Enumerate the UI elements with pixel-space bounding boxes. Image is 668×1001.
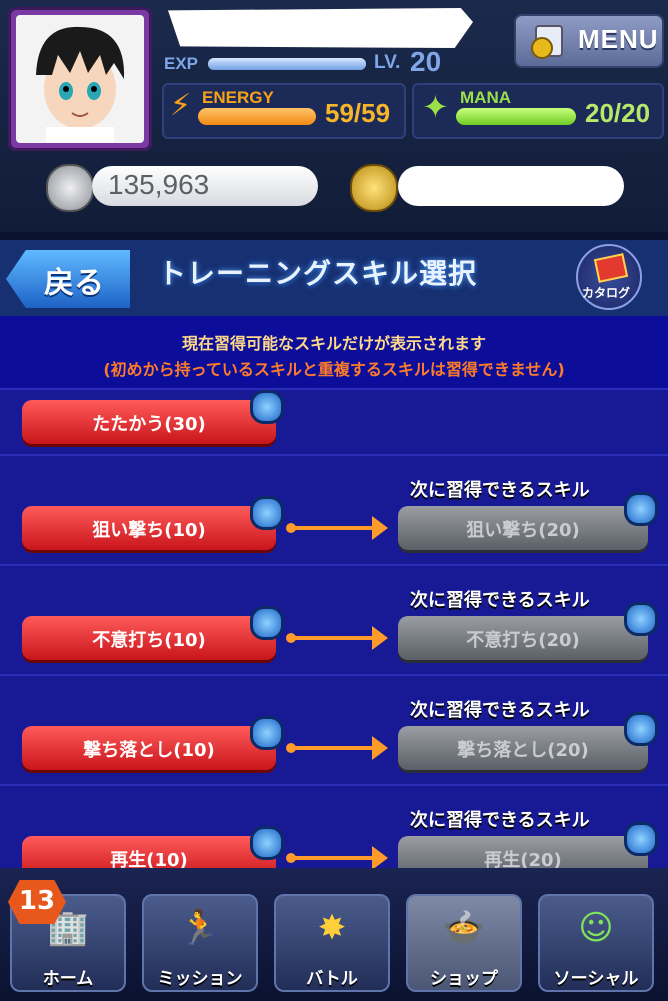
energy-bar-fill xyxy=(198,108,316,125)
coins-icon xyxy=(531,25,563,59)
nav-label: バトル xyxy=(306,969,358,989)
nav-shop-button[interactable]: 🍲 ショップ xyxy=(406,894,522,992)
next-skill-heading: 次に習得できるスキル xyxy=(410,590,590,611)
nav-label: ホーム xyxy=(42,969,94,989)
skill-label: 撃ち落とし(10) xyxy=(83,740,215,761)
skill-list[interactable]: たたかう(30) 次に習得できるスキル 狙い撃ち(10) 狙い撃ち(20) 次に… xyxy=(0,388,668,880)
gold-coin-icon xyxy=(350,164,398,212)
next-skill-label: 撃ち落とし(20) xyxy=(457,740,589,761)
arrow-line xyxy=(290,636,374,640)
next-skill-heading: 次に習得できるスキル xyxy=(410,700,590,721)
skill-row: 次に習得できるスキル 狙い撃ち(10) 狙い撃ち(20) xyxy=(0,454,668,564)
avatar[interactable] xyxy=(8,7,152,151)
energy-bar xyxy=(198,108,316,125)
menu-button[interactable]: MENU xyxy=(514,14,664,68)
arrow-head-icon xyxy=(372,736,388,760)
skill-row: たたかう(30) xyxy=(0,388,668,454)
social-icon: ☺ xyxy=(578,908,614,948)
level-value: 20 xyxy=(410,46,442,77)
next-skill-button[interactable]: 撃ち落とし(20) xyxy=(398,726,648,770)
info-warning-text: (初めから持っているスキルと重複するスキルは習得できません) xyxy=(103,360,565,379)
notification-count: 13 xyxy=(18,886,56,916)
skill-button[interactable]: 撃ち落とし(10) xyxy=(22,726,276,770)
nav-mission-button[interactable]: 🏃 ミッション xyxy=(142,894,258,992)
exp-bar-fill xyxy=(208,58,366,70)
avatar-image xyxy=(16,15,144,143)
battle-icon: ✸ xyxy=(317,908,347,948)
skill-button[interactable]: たたかう(30) xyxy=(22,400,276,444)
silver-balance-value: 135,963 xyxy=(108,169,210,200)
magnifier-icon[interactable] xyxy=(624,492,658,526)
skill-button[interactable]: 不意打ち(10) xyxy=(22,616,276,660)
mana-value: 20/20 xyxy=(585,98,651,128)
arrow-line xyxy=(290,526,374,530)
arrow-head-icon xyxy=(372,626,388,650)
skill-label: 狙い撃ち(10) xyxy=(92,520,206,541)
magnifier-icon[interactable] xyxy=(250,826,284,860)
nav-label: ミッション xyxy=(157,969,243,989)
magnifier-icon[interactable] xyxy=(624,712,658,746)
info-text: 現在習得可能なスキルだけが表示されます xyxy=(181,334,486,353)
skill-row: 次に習得できるスキル 不意打ち(10) 不意打ち(20) xyxy=(0,564,668,674)
arrow-head-icon xyxy=(372,516,388,540)
gold-balance xyxy=(398,166,624,206)
arrow-head-icon xyxy=(372,846,388,870)
next-skill-label: 不意打ち(20) xyxy=(466,630,580,651)
silver-coin-icon xyxy=(46,164,94,212)
sparkle-icon: ✦ xyxy=(422,88,449,126)
nav-social-button[interactable]: ☺ ソーシャル xyxy=(538,894,654,992)
arrow-line xyxy=(290,746,374,750)
next-skill-label: 狙い撃ち(20) xyxy=(466,520,580,541)
shop-icon: 🍲 xyxy=(442,908,486,948)
magnifier-icon[interactable] xyxy=(624,602,658,636)
mission-icon: 🏃 xyxy=(178,908,222,948)
skill-label: 不意打ち(10) xyxy=(92,630,206,651)
next-skill-heading: 次に習得できるスキル xyxy=(410,810,590,831)
page-title: トレーニングスキル選択 xyxy=(158,257,478,290)
magnifier-icon[interactable] xyxy=(624,822,658,856)
magnifier-icon[interactable] xyxy=(250,390,284,424)
lightning-icon: ⚡ xyxy=(170,88,192,123)
next-skill-button[interactable]: 狙い撃ち(20) xyxy=(398,506,648,550)
mana-bar-fill xyxy=(456,108,576,125)
nav-battle-button[interactable]: ✸ バトル xyxy=(274,894,390,992)
nav-label: ソーシャル xyxy=(553,969,639,989)
menu-label: MENU xyxy=(578,24,659,54)
nav-label: ショップ xyxy=(430,969,498,989)
magnifier-icon[interactable] xyxy=(250,606,284,640)
mana-bar xyxy=(456,108,576,125)
back-button-label: 戻る xyxy=(44,266,104,301)
skill-row: 次に習得できるスキル 再生(10) 再生(20) xyxy=(0,784,668,880)
next-skill-heading: 次に習得できるスキル xyxy=(410,480,590,501)
exp-bar xyxy=(208,58,366,70)
magnifier-icon[interactable] xyxy=(250,716,284,750)
magnifier-icon[interactable] xyxy=(250,496,284,530)
mana-label: MANA xyxy=(460,88,511,107)
player-name-field xyxy=(168,8,473,48)
skill-label: たたかう(30) xyxy=(92,414,206,435)
level-label: LV. xyxy=(374,52,401,73)
next-skill-button[interactable]: 不意打ち(20) xyxy=(398,616,648,660)
energy-value: 59/59 xyxy=(325,98,391,128)
skill-row: 次に習得できるスキル 撃ち落とし(10) 撃ち落とし(20) xyxy=(0,674,668,784)
exp-label: EXP xyxy=(164,54,199,73)
catalog-label: カタログ xyxy=(582,286,631,300)
energy-label: ENERGY xyxy=(202,88,274,107)
skill-button[interactable]: 狙い撃ち(10) xyxy=(22,506,276,550)
arrow-line xyxy=(290,856,374,860)
